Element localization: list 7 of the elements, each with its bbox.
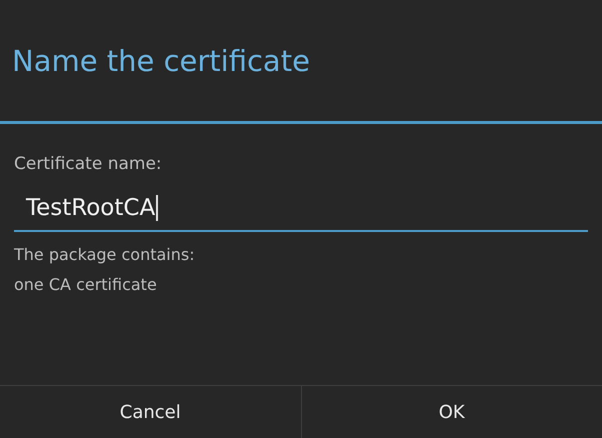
- field-label: Certificate name:: [14, 154, 162, 174]
- dialog-title: Name the certificate: [12, 44, 310, 78]
- message-text: The package contains:: [14, 244, 195, 266]
- message-text: one CA certificate: [14, 274, 157, 296]
- cancel-button[interactable]: Cancel: [0, 386, 300, 438]
- certificate-name-field[interactable]: TestRootCA: [14, 186, 588, 232]
- ok-button[interactable]: OK: [300, 386, 602, 438]
